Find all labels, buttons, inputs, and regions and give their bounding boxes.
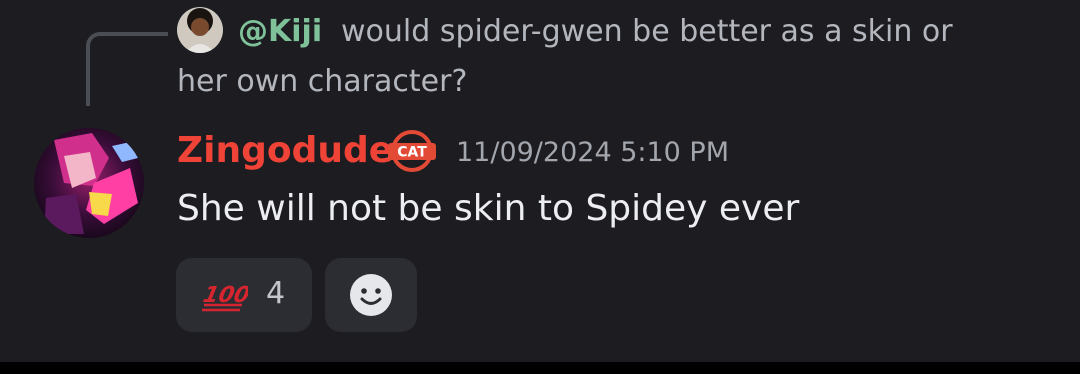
cat-badge-icon: CAT [386,128,438,174]
author-name[interactable]: Zingodude [177,127,393,175]
author-avatar[interactable] [34,128,144,238]
reply-username[interactable]: @Kiji [238,10,322,54]
reply-preview-text-line1[interactable]: would spider-gwen be better as a skin or [341,10,953,54]
chat-message-area: @Kiji would spider-gwen be better as a s… [0,0,1080,362]
reply-user-avatar[interactable] [177,7,223,53]
reaction-count: 4 [266,276,286,311]
message-content: She will not be skin to Spidey ever [177,188,800,229]
reply-preview-text-line2[interactable]: her own character? [177,60,467,104]
smiley-face-icon [350,274,392,316]
bottom-edge-bar [0,362,1080,374]
badge-text: CAT [397,145,427,161]
reply-connector-line [86,32,168,106]
add-reaction-button[interactable] [325,258,417,332]
message-timestamp[interactable]: 11/09/2024 5:10 PM [456,131,729,175]
hundred-points-icon: 100 [200,274,252,314]
reaction-hundred-points[interactable]: 100 4 [176,258,312,332]
